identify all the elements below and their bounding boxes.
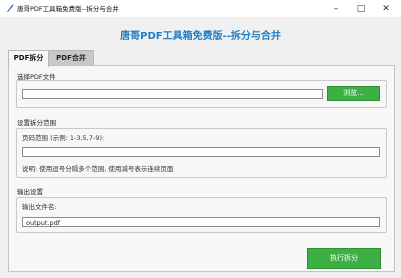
minimize-icon[interactable]: – [325,0,347,17]
pdf-path-input[interactable] [22,89,323,99]
title-bar: 唐哥PDF工具箱免费版--拆分与合并 – □ ✕ [0,0,401,17]
tab-pdf-split[interactable]: PDF拆分 [8,50,49,67]
output-filename-input[interactable]: output.pdf [22,217,380,227]
window-title: 唐哥PDF工具箱免费版--拆分与合并 [17,5,119,13]
close-icon[interactable]: ✕ [375,0,397,17]
page-range-field-label: 页码范围 (示例: 1-3,5,7-9): [22,134,105,142]
browse-button[interactable]: 浏览... [327,86,380,101]
split-range-group: 页码范围 (示例: 1-3,5,7-9): 说明: 使用逗号分隔多个范围, 使用… [16,128,387,178]
run-split-button[interactable]: 执行拆分 [307,248,381,269]
output-settings-label: 输出设置 [17,188,43,196]
split-panel: 选择PDF文件 浏览... 设置拆分范围 页码范围 (示例: 1-3,5,7-9… [8,65,395,272]
range-help-text: 说明: 使用逗号分隔多个范围, 使用减号表示连续页面 [22,165,174,173]
split-range-label: 设置拆分范围 [17,119,56,127]
feather-app-icon [7,4,14,12]
output-filename-label: 输出文件名: [22,203,57,211]
select-file-group: 浏览... [16,80,387,108]
output-settings-group: 输出文件名: output.pdf [16,197,387,233]
page-range-input[interactable] [22,147,380,157]
app-headline: 唐哥PDF工具箱免费版--拆分与合并 [120,31,281,42]
maximize-icon[interactable]: □ [350,0,372,17]
tab-pdf-merge[interactable]: PDF合并 [48,50,94,66]
